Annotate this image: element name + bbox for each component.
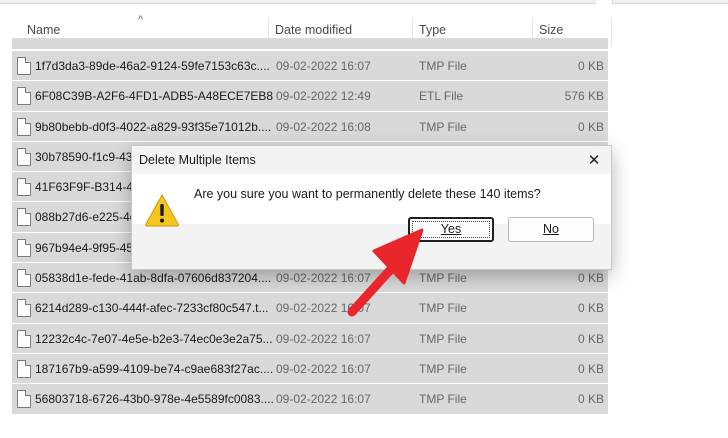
file-row[interactable]: 9b80bebb-d0f3-4022-a829-93f35e71012b....… (12, 110, 608, 141)
file-date-modified: 09-02-2022 16:07 (276, 361, 371, 376)
file-icon (17, 57, 31, 75)
file-type: TMP File (419, 392, 467, 407)
file-icon (17, 147, 31, 166)
window-top-edge (0, 0, 728, 10)
file-date-modified: 09-02-2022 16:07 (276, 59, 371, 73)
file-name: 1f7d3da3-89de-46a2-9124-59fe7153c63c.... (35, 59, 270, 73)
file-row[interactable]: 1f7d3da3-89de-46a2-9124-59fe7153c63c....… (12, 50, 608, 81)
file-size: 0 KB (577, 59, 604, 73)
file-icon (17, 269, 31, 288)
file-type: TMP File (419, 59, 467, 73)
dialog-message: Are you sure you want to permanently del… (194, 187, 541, 201)
sort-ascending-icon: ^ (138, 14, 144, 26)
file-type: ETL File (419, 89, 464, 104)
file-row[interactable]: 6214d289-c130-444f-afec-7233cf80c547.t..… (12, 292, 608, 323)
file-icon (17, 359, 31, 378)
file-name: 56803718-6726-43b0-978e-4e5589fc0083.... (35, 392, 273, 407)
file-icon (17, 87, 31, 106)
file-row[interactable]: 187167b9-a599-4109-be74-c9ae683f27ac....… (12, 352, 608, 384)
file-icon (17, 390, 31, 409)
file-icon (17, 238, 31, 257)
no-button[interactable]: No (508, 217, 594, 242)
file-size: 0 KB (577, 331, 604, 346)
close-icon[interactable]: ✕ (583, 150, 605, 172)
file-type: TMP File (419, 361, 467, 376)
file-date-modified: 09-02-2022 12:49 (276, 89, 371, 104)
file-icon (17, 299, 31, 318)
file-name: 9b80bebb-d0f3-4022-a829-93f35e71012b.... (35, 119, 272, 134)
file-row[interactable]: 6F08C39B-A2F6-4FD1-ADB5-A48ECE7EB8... 09… (12, 80, 608, 111)
file-size: 0 KB (577, 119, 604, 134)
warning-icon (145, 193, 179, 227)
file-size: 0 KB (577, 361, 604, 376)
file-size: 0 KB (577, 301, 604, 316)
file-type: TMP File (419, 119, 467, 134)
file-date-modified: 09-02-2022 16:08 (276, 119, 371, 134)
file-name: 6F08C39B-A2F6-4FD1-ADB5-A48ECE7EB8... (35, 89, 273, 104)
dialog-title: Delete Multiple Items (139, 153, 256, 167)
file-date-modified: 09-02-2022 16:07 (276, 392, 371, 407)
file-name: 12232c4c-7e07-4e5e-b2e3-74ec0e3e2a75.... (35, 331, 273, 346)
file-name: 6214d289-c130-444f-afec-7233cf80c547.t..… (35, 301, 269, 316)
file-row-partial[interactable] (12, 38, 608, 50)
annotation-arrow (347, 228, 424, 317)
file-row[interactable]: 56803718-6726-43b0-978e-4e5589fc0083....… (12, 383, 608, 414)
search-box-edge (612, 0, 728, 4)
file-icon (17, 178, 31, 197)
address-bar-edge (0, 0, 596, 4)
file-icon (17, 208, 31, 227)
file-size: 0 KB (577, 392, 604, 407)
file-size: 576 KB (564, 89, 604, 104)
file-icon (17, 117, 31, 136)
file-type: TMP File (419, 331, 467, 346)
file-icon (17, 329, 31, 348)
file-name: 187167b9-a599-4109-be74-c9ae683f27ac.... (35, 361, 273, 376)
file-row[interactable]: 12232c4c-7e07-4e5e-b2e3-74ec0e3e2a75....… (12, 322, 608, 353)
file-date-modified: 09-02-2022 16:07 (276, 331, 371, 346)
column-separator[interactable] (611, 18, 612, 46)
